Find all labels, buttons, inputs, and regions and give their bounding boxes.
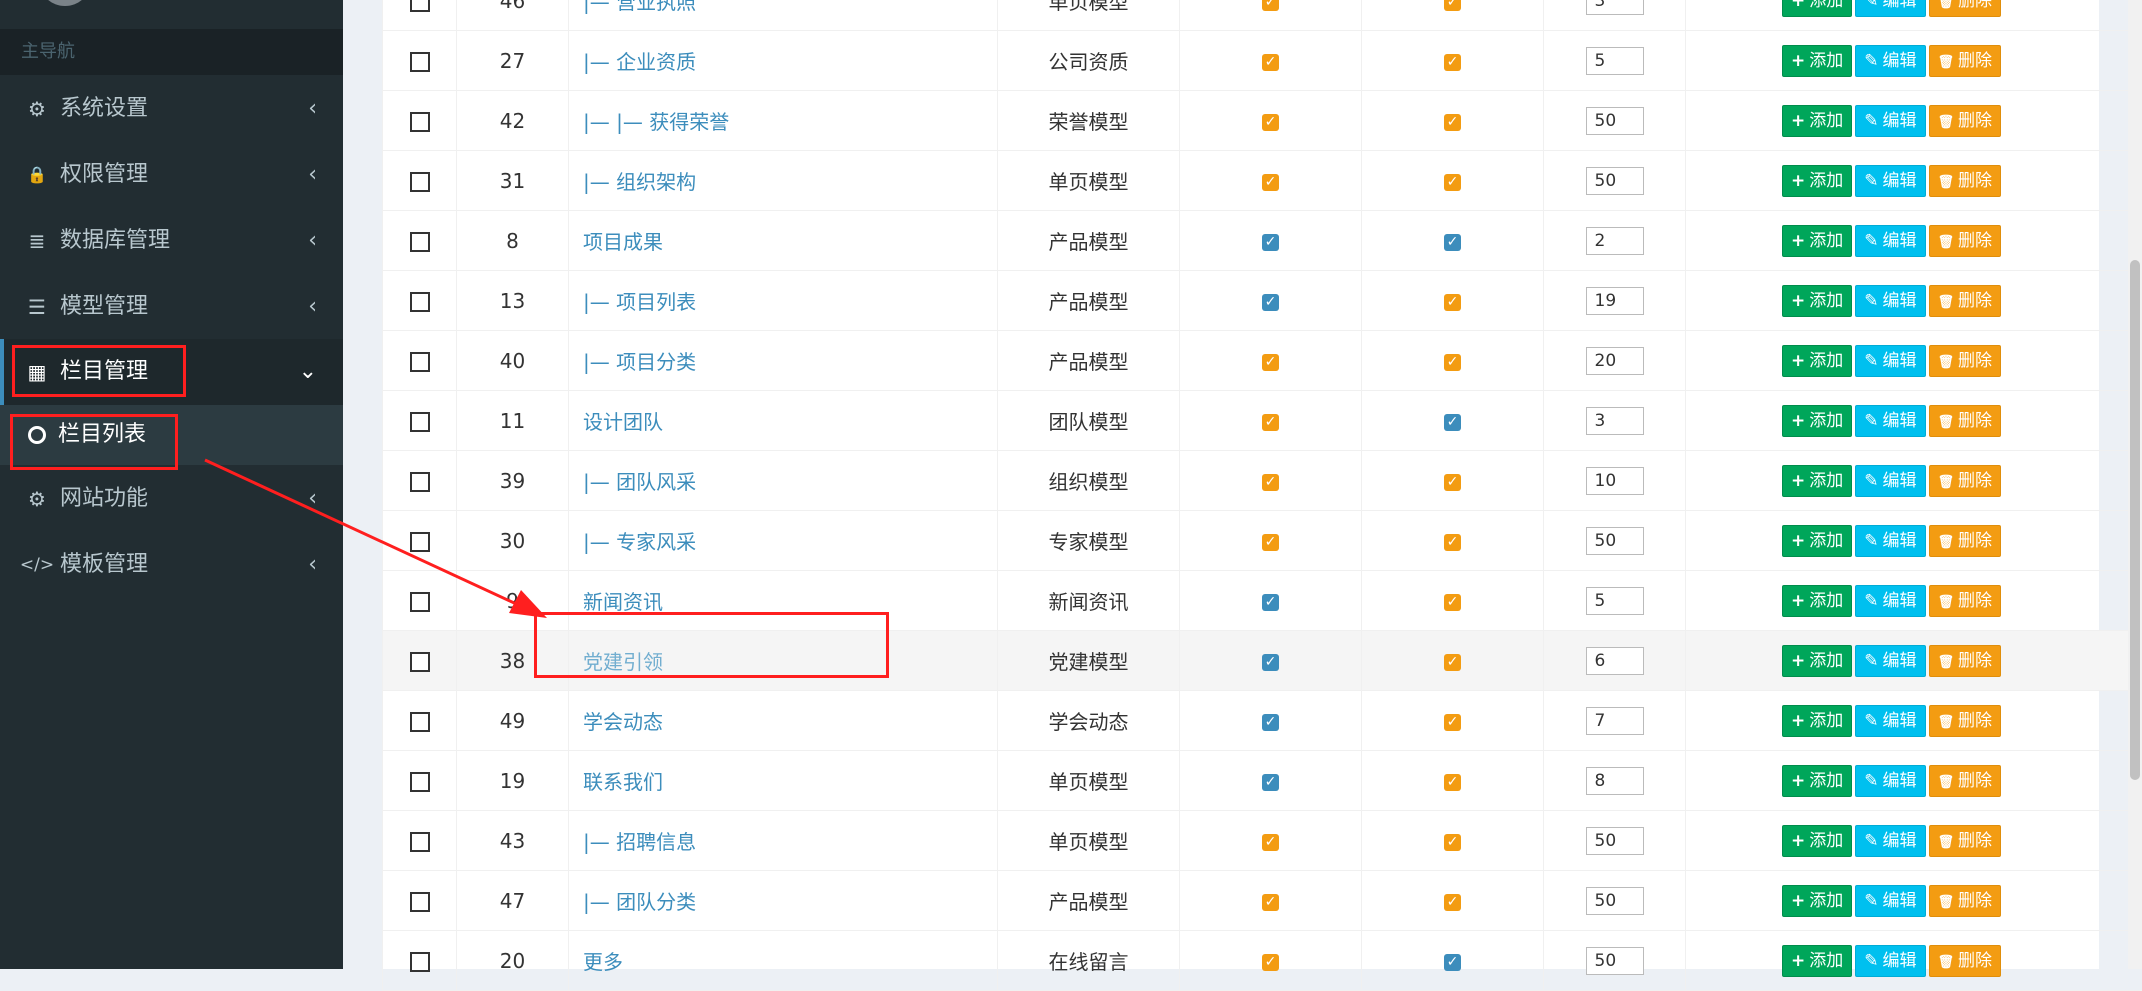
red-arrow (0, 0, 2142, 969)
